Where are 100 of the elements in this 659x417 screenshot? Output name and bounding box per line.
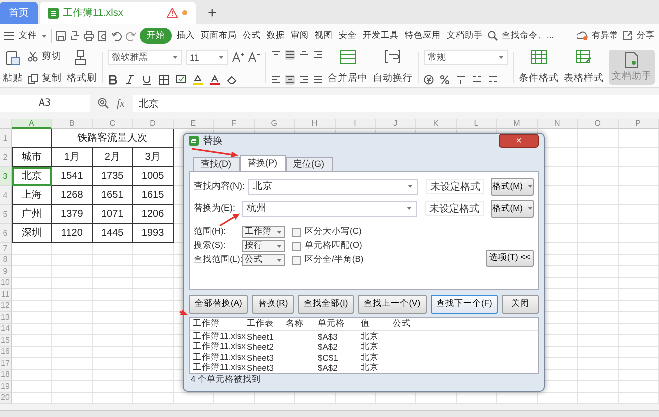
dialog-tab[interactable]: 查找(D)	[193, 156, 240, 171]
ribbon-tab[interactable]: 数据	[266, 28, 286, 44]
new-tab-button[interactable]: +	[198, 2, 227, 24]
table-cell[interactable]: 1615	[133, 186, 174, 205]
function-button[interactable]: fx	[117, 98, 125, 110]
align-right-icon[interactable]	[299, 75, 309, 85]
justify-icon[interactable]	[313, 75, 323, 85]
align-center-icon[interactable]	[285, 75, 295, 85]
sync-status-button[interactable]: 有异常	[592, 30, 619, 42]
table-cell[interactable]: 1993	[133, 224, 174, 243]
document-tab[interactable]: 工作簿11.xlsx	[40, 2, 196, 24]
table-cell[interactable]: 1541	[52, 167, 93, 186]
table-cell[interactable]	[12, 129, 52, 148]
table-cell[interactable]: 1005	[133, 167, 174, 186]
table-cell[interactable]: 1445	[92, 224, 134, 243]
dropdown[interactable]: 公式	[242, 254, 285, 266]
percent-icon[interactable]	[440, 75, 450, 85]
table-cell[interactable]: 1月	[52, 148, 93, 167]
dialog-button[interactable]: 查找上一个(V)	[358, 294, 427, 314]
increase-decimal-icon[interactable]	[472, 75, 482, 85]
ribbon-tab[interactable]: 开发工具	[362, 28, 400, 44]
file-menu[interactable]: 文件	[18, 28, 38, 44]
format-button[interactable]: 格式(M)	[491, 178, 534, 196]
table-cell[interactable]: 广州	[12, 205, 52, 224]
redo-icon[interactable]	[126, 31, 136, 41]
eraser-icon[interactable]	[227, 75, 237, 85]
paste-button[interactable]: 粘贴	[3, 50, 23, 85]
dialog-tab[interactable]: 替换(P)	[240, 154, 286, 171]
format-button[interactable]: 格式(M)	[491, 200, 534, 218]
cut-button[interactable]: 剪切	[28, 50, 62, 63]
table-cell[interactable]: 1735	[92, 167, 134, 186]
thousands-separator-icon[interactable]	[456, 75, 466, 85]
menu-icon[interactable]	[4, 32, 14, 40]
dialog-button[interactable]: 替换(R)	[252, 294, 294, 314]
font-dropdown[interactable]: 微软雅黑	[108, 50, 182, 65]
checkbox[interactable]	[292, 228, 301, 237]
name-box[interactable]: A3	[0, 95, 90, 112]
table-cell[interactable]: 3月	[133, 148, 174, 167]
merge-center-button[interactable]: 合并居中	[328, 50, 368, 85]
formula-field[interactable]: 北京	[132, 95, 659, 112]
command-search-field[interactable]: 查找命令、...	[502, 30, 554, 42]
dropdown[interactable]: 按行	[242, 240, 285, 252]
table-cell[interactable]: 城市	[12, 148, 52, 167]
ribbon-tab[interactable]: 特色应用	[404, 28, 442, 44]
dropdown[interactable]: 工作簿	[242, 226, 285, 238]
font-color-icon[interactable]	[210, 75, 220, 85]
table-cell[interactable]: 2月	[92, 148, 134, 167]
table-cell[interactable]: 1379	[52, 205, 93, 224]
wrap-text-button[interactable]: 自动换行	[373, 50, 413, 85]
fill-color-icon[interactable]	[176, 75, 186, 85]
print-preview-icon[interactable]	[98, 31, 108, 41]
number-format-dropdown[interactable]: 常规	[424, 50, 508, 65]
table-cell[interactable]: 深圳	[12, 224, 52, 243]
table-cell[interactable]: 1071	[92, 205, 134, 224]
ribbon-tab[interactable]: 插入	[176, 28, 196, 44]
table-cell[interactable]: 1651	[92, 186, 134, 205]
ribbon-tab[interactable]: 公式	[242, 28, 262, 44]
grow-font-icon[interactable]	[232, 52, 244, 63]
ribbon-tab[interactable]: 审阅	[290, 28, 310, 44]
search-icon[interactable]	[488, 31, 498, 41]
shrink-font-icon[interactable]	[248, 52, 260, 63]
ribbon-tab[interactable]: 文档助手	[446, 28, 484, 44]
print-icon[interactable]	[84, 31, 94, 41]
select-all-corner[interactable]	[0, 119, 12, 129]
combo-field[interactable]: 北京	[248, 178, 418, 195]
checkbox[interactable]	[292, 242, 301, 251]
border-icon[interactable]	[159, 75, 169, 85]
conditional-format-button[interactable]: 条件格式	[519, 50, 559, 85]
ribbon-tab[interactable]: 开始	[140, 28, 172, 44]
checkbox[interactable]	[292, 256, 301, 265]
copy-button[interactable]: 复制	[28, 72, 62, 85]
dialog-button[interactable]: 查找全部(I)	[298, 294, 354, 314]
ribbon-tab[interactable]: 视图	[314, 28, 334, 44]
close-dialog-button[interactable]: 关闭	[502, 294, 539, 314]
currency-icon[interactable]	[424, 75, 434, 85]
decrease-decimal-icon[interactable]	[488, 75, 498, 85]
save-icon[interactable]	[56, 31, 66, 41]
underline-icon[interactable]	[142, 75, 152, 85]
align-middle-icon[interactable]	[285, 50, 295, 60]
table-style-button[interactable]: 表格样式	[564, 50, 604, 85]
table-cell[interactable]: 上海	[12, 186, 52, 205]
options-button[interactable]: 选项(T) <<	[486, 250, 534, 267]
font-size-dropdown[interactable]: 11	[186, 50, 228, 65]
align-left-icon[interactable]	[271, 75, 281, 85]
italic-icon[interactable]	[125, 75, 135, 85]
table-cell[interactable]: 北京	[12, 167, 52, 186]
table-cell[interactable]: 1268	[52, 186, 93, 205]
undo-icon[interactable]	[112, 31, 122, 41]
ribbon-tab[interactable]: 安全	[338, 28, 358, 44]
ribbon-tab[interactable]: 页面布局	[200, 28, 238, 44]
dialog-tab[interactable]: 定位(G)	[286, 156, 332, 171]
dialog-button[interactable]: 查找下一个(F)	[430, 294, 498, 314]
combo-field[interactable]: 杭州	[242, 200, 417, 217]
format-painter-button[interactable]: 格式刷	[67, 50, 97, 85]
indent-icon[interactable]	[313, 50, 323, 60]
highlight-icon[interactable]	[193, 75, 203, 85]
table-cell[interactable]: 1120	[52, 224, 93, 243]
zoom-icon[interactable]	[98, 98, 109, 109]
bold-icon[interactable]	[108, 75, 118, 85]
share-button[interactable]: 分享	[637, 30, 655, 42]
